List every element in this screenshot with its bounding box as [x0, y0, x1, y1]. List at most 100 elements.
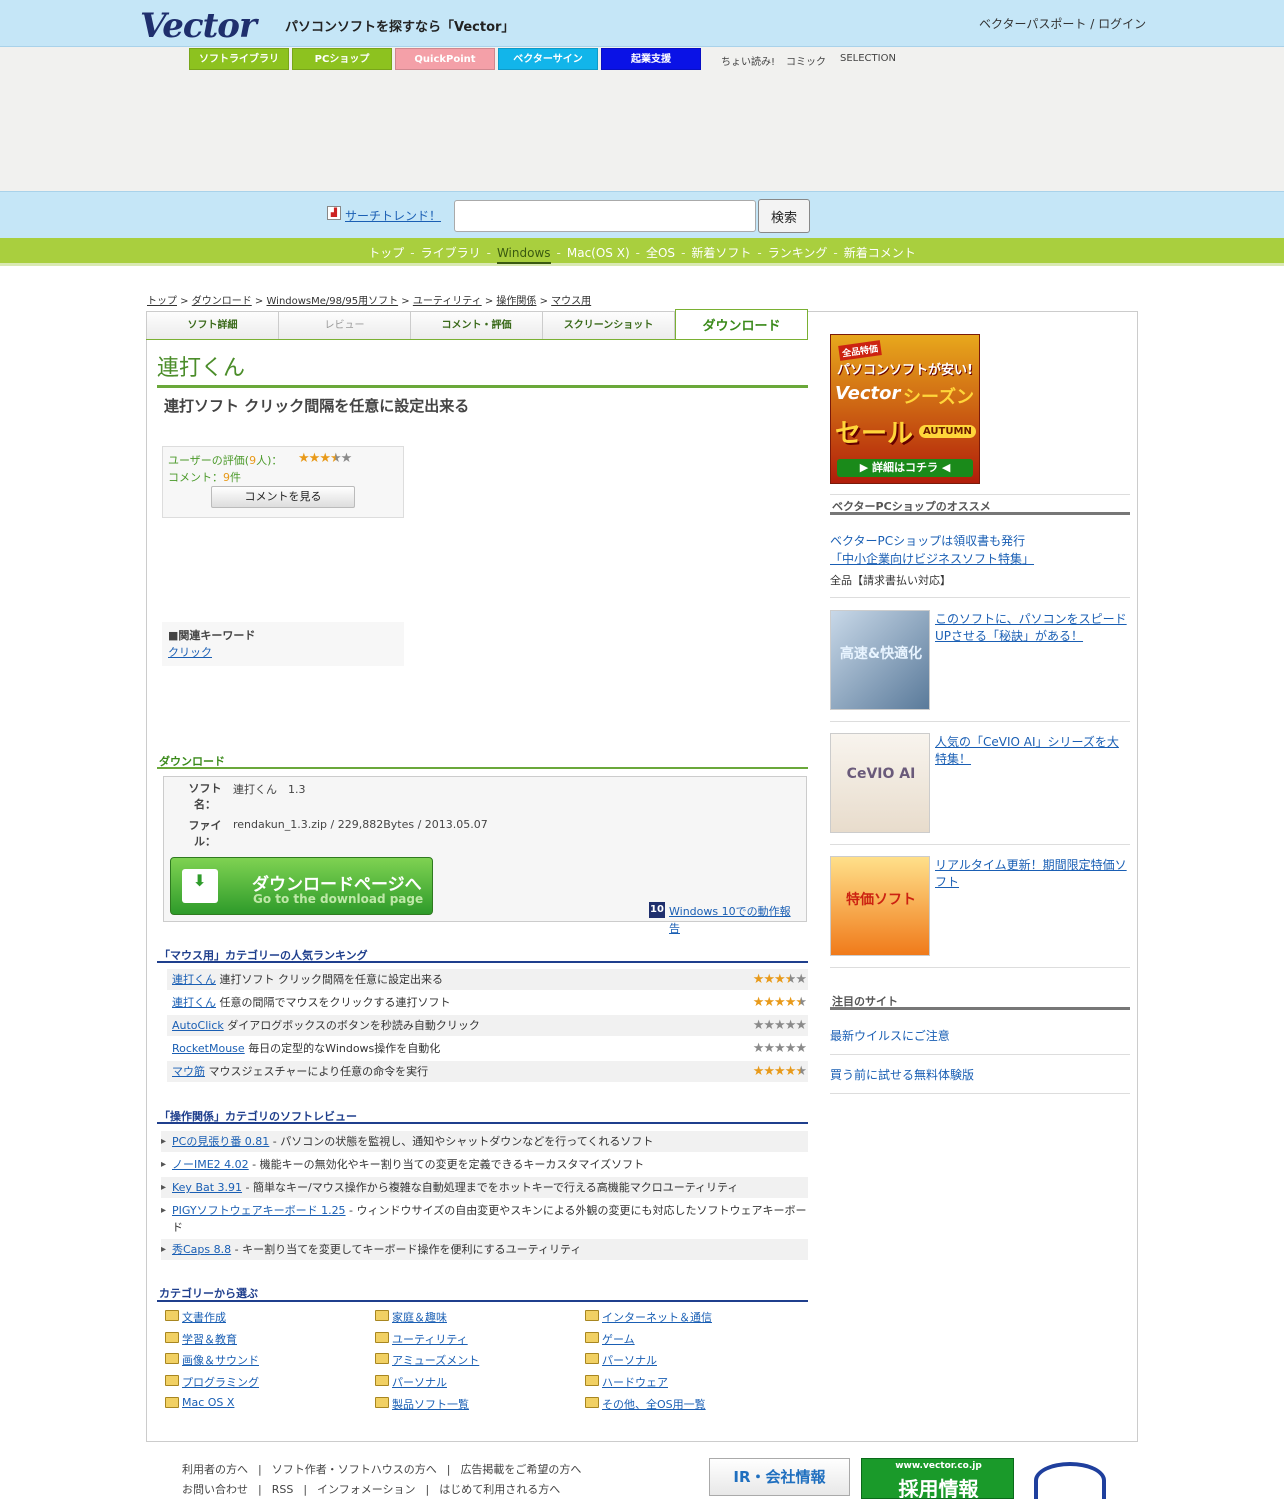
comment-unit: 件: [230, 471, 241, 484]
promo-thumbnail[interactable]: 特価ソフト: [830, 856, 930, 956]
footer-link[interactable]: RSS: [272, 1483, 294, 1496]
category-link[interactable]: 家庭＆趣味: [392, 1309, 447, 1325]
nav-item-5[interactable]: 新着ソフト: [691, 244, 751, 261]
ranking-name-link[interactable]: マウ筋: [172, 1065, 205, 1078]
breadcrumb-item-0[interactable]: トップ: [147, 296, 177, 307]
service-link-0[interactable]: ちょい読み!: [721, 53, 775, 68]
tab-2[interactable]: コメント・評価: [410, 311, 543, 340]
footer-separator: |: [258, 1463, 262, 1476]
review-name-link[interactable]: 秀Caps 8.8: [172, 1243, 231, 1256]
breadcrumb-separator: >: [177, 296, 192, 307]
search-input[interactable]: [454, 200, 756, 232]
tab-download[interactable]: ダウンロード: [675, 309, 808, 340]
breadcrumb-item-5[interactable]: マウス用: [551, 296, 591, 307]
footer-link[interactable]: ソフト作者・ソフトハウスの方へ: [272, 1463, 437, 1476]
sidebar-separator: [830, 721, 1130, 722]
promo-thumbnail[interactable]: CeVIO AI: [830, 733, 930, 833]
category-link[interactable]: ゲーム: [602, 1331, 635, 1347]
pcshop-line1[interactable]: ベクターPCショップは領収書も発行: [830, 532, 1025, 549]
folder-icon: [375, 1375, 389, 1387]
category-link[interactable]: パーソナル: [602, 1352, 657, 1368]
tab-1: レビュー: [278, 311, 411, 340]
search-trend-link[interactable]: サーチトレンド！: [345, 207, 441, 224]
category-link[interactable]: 画像＆サウンド: [182, 1352, 259, 1368]
pcshop-rule: [830, 512, 1130, 515]
breadcrumb-item-1[interactable]: ダウンロード: [192, 296, 252, 307]
service-link-1[interactable]: コミック: [786, 53, 826, 68]
category-link[interactable]: ユーティリティ: [392, 1331, 468, 1347]
comment-count-label: コメント：9件: [168, 469, 241, 485]
category-link[interactable]: 製品ソフト一覧: [392, 1396, 469, 1412]
category-link[interactable]: Mac OS X: [182, 1396, 234, 1409]
category-link[interactable]: アミューズメント: [392, 1352, 479, 1368]
review-desc: - 簡単なキー/マウス操作から複雑な自動処理までをホットキーで行える高機能マクロ…: [242, 1181, 739, 1194]
notice-rule: [830, 1007, 1130, 1010]
ranking-name-link[interactable]: RocketMouse: [172, 1042, 245, 1055]
review-name-link[interactable]: Key Bat 3.91: [172, 1181, 242, 1194]
footer-link[interactable]: 広告掲載をご希望の方へ: [460, 1463, 581, 1476]
keyword-link[interactable]: クリック: [168, 644, 212, 660]
notice-link[interactable]: 買う前に試せる無料体験版: [830, 1066, 974, 1083]
review-name-link[interactable]: ノーIME2 4.02: [172, 1158, 249, 1171]
category-link[interactable]: インターネット＆通信: [602, 1309, 712, 1325]
ranking-row: RocketMouse 毎日の定型的なWindows操作を自動化 ★★★★★: [167, 1038, 808, 1059]
view-comments-button[interactable]: コメントを見る: [211, 486, 355, 508]
review-name-link[interactable]: PCの見張り番 0.81: [172, 1135, 269, 1148]
notice-link[interactable]: 最新ウイルスにご注意: [830, 1027, 950, 1044]
promo-link[interactable]: リアルタイム更新！期間限定特価ソフト: [935, 857, 1130, 891]
breadcrumb-item-2[interactable]: WindowsMe/98/95用ソフト: [267, 296, 399, 307]
nav-item-7[interactable]: 新着コメント: [844, 244, 916, 261]
star-icon: ★: [752, 972, 765, 987]
promo-link[interactable]: 人気の「CeVIO AI」シリーズを大特集！: [935, 734, 1130, 768]
breadcrumb-item-3[interactable]: ユーティリティ: [413, 296, 482, 307]
keyword-heading: ■関連キーワード: [168, 629, 256, 642]
category-link[interactable]: その他、全OS用一覧: [602, 1396, 706, 1412]
service-button-0[interactable]: ソフトライブラリ: [189, 48, 289, 70]
rating-stars: ★★★★★: [298, 451, 352, 466]
promo-thumbnail[interactable]: 高速&快適化: [830, 610, 930, 710]
service-button-2[interactable]: QuickPoint: [395, 48, 495, 70]
pcshop-link[interactable]: 「中小企業向けビジネスソフト特集」: [830, 550, 1034, 567]
nav-item-3[interactable]: Mac(OS X): [567, 246, 630, 260]
category-link[interactable]: 文書作成: [182, 1309, 226, 1325]
category-link[interactable]: ハードウェア: [602, 1374, 668, 1390]
nav-item-2[interactable]: Windows: [496, 246, 551, 264]
season-sale-banner[interactable]: 全品特価 パソコンソフトが安い! Vector シーズン セール AUTUMN …: [830, 334, 980, 484]
promo-link[interactable]: このソフトに、パソコンをスピードUPさせる「秘訣」がある！: [935, 611, 1130, 645]
review-row: PIGYソフトウェアキーボード 1.25 - ウィンドウサイズの自由変更やスキン…: [161, 1200, 808, 1238]
footer-link[interactable]: お問い合わせ: [182, 1483, 248, 1496]
recruit-banner[interactable]: www.vector.co.jp 採用情報: [861, 1458, 1014, 1499]
nav-item-4[interactable]: 全OS: [646, 244, 675, 261]
service-button-4[interactable]: 起業支援: [601, 48, 701, 70]
login-link[interactable]: ベクターパスポート / ログイン: [979, 15, 1146, 32]
nav-item-6[interactable]: ランキング: [768, 244, 828, 261]
review-name-link[interactable]: PIGYソフトウェアキーボード 1.25: [172, 1204, 346, 1217]
nav-item-0[interactable]: トップ: [368, 244, 404, 261]
tab-3[interactable]: スクリーンショット: [542, 311, 675, 340]
page-title: 連打くん: [157, 356, 246, 381]
footer-link[interactable]: 利用者の方へ: [182, 1463, 248, 1476]
star-icon: ★: [784, 1041, 797, 1056]
nav-item-1[interactable]: ライブラリ: [421, 244, 481, 261]
windows10-report-link[interactable]: Windows 10での動作報告: [669, 903, 801, 937]
vector-logo[interactable]: Vector: [140, 6, 257, 46]
ranking-name-link[interactable]: AutoClick: [172, 1019, 224, 1032]
service-button-3[interactable]: ベクターサイン: [498, 48, 598, 70]
ranking-name-link[interactable]: 連打くん: [172, 996, 216, 1009]
footer-link[interactable]: インフォメーション: [317, 1483, 415, 1496]
service-link-2[interactable]: SELECTION: [840, 53, 896, 64]
tab-0[interactable]: ソフト詳細: [146, 311, 279, 340]
category-link[interactable]: パーソナル: [392, 1374, 447, 1390]
search-button[interactable]: 検索: [758, 199, 810, 233]
footer-link[interactable]: はじめて利用される方へ: [439, 1483, 560, 1496]
breadcrumb-item-4[interactable]: 操作関係: [496, 296, 536, 307]
categories-rule: [157, 1300, 808, 1302]
service-button-1[interactable]: PCショップ: [292, 48, 392, 70]
reviews-rule: [157, 1122, 808, 1124]
breadcrumb-separator: >: [398, 296, 413, 307]
ranking-name-link[interactable]: 連打くん: [172, 973, 216, 986]
footer-separator: |: [446, 1463, 451, 1476]
category-link[interactable]: 学習＆教育: [182, 1331, 237, 1347]
category-link[interactable]: プログラミング: [182, 1374, 259, 1390]
ir-banner[interactable]: IR・会社情報: [709, 1458, 850, 1496]
